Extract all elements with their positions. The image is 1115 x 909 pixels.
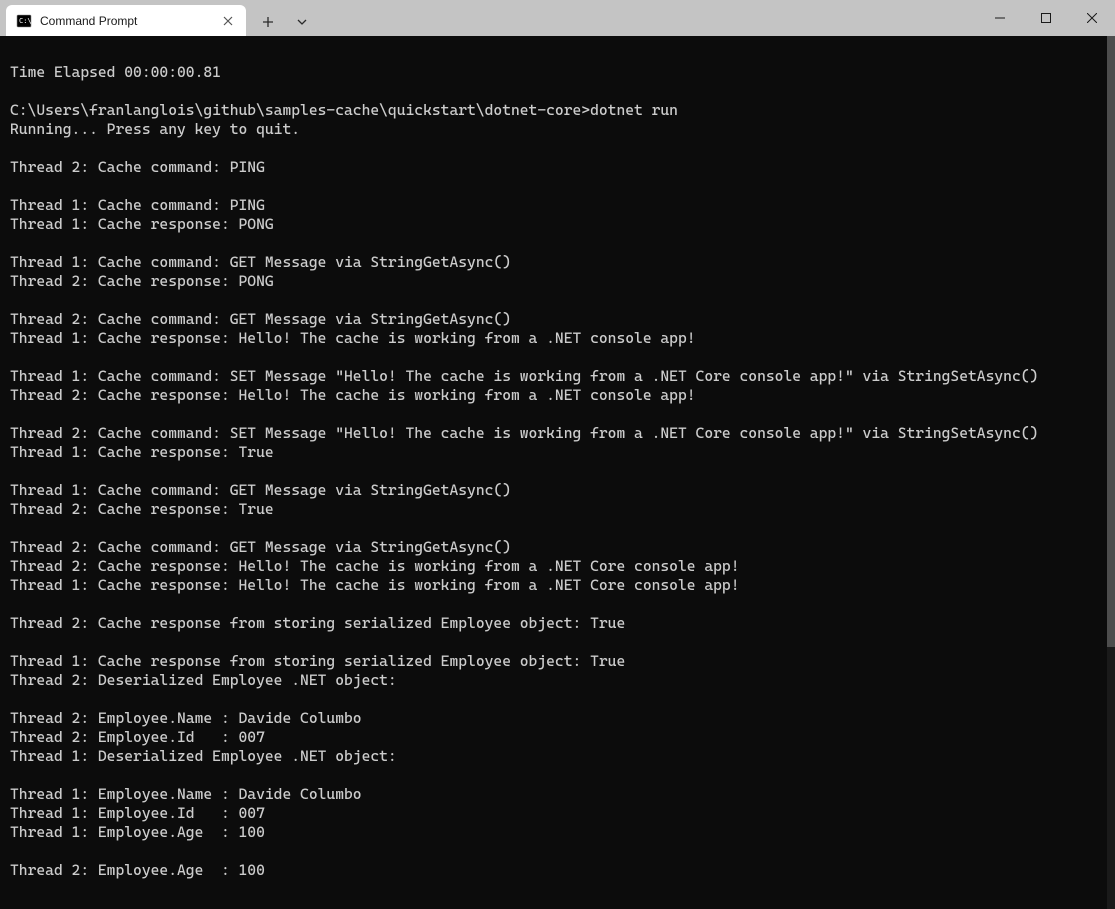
minimize-button[interactable] <box>977 0 1023 36</box>
tabs-area: C:\ Command Prompt <box>0 0 324 36</box>
scrollbar-track[interactable] <box>1107 36 1115 909</box>
titlebar: C:\ Command Prompt <box>0 0 1115 36</box>
cmd-icon: C:\ <box>16 13 32 29</box>
terminal[interactable]: Time Elapsed 00:00:00.81 C:\Users\franla… <box>0 36 1115 909</box>
maximize-button[interactable] <box>1023 0 1069 36</box>
close-button[interactable] <box>1069 0 1115 36</box>
svg-text:C:\: C:\ <box>19 17 32 25</box>
scrollbar-thumb[interactable] <box>1107 36 1115 647</box>
tab-command-prompt[interactable]: C:\ Command Prompt <box>6 5 246 36</box>
tab-dropdown-button[interactable] <box>288 8 316 36</box>
window-controls <box>977 0 1115 36</box>
terminal-output: Time Elapsed 00:00:00.81 C:\Users\franla… <box>10 44 1105 880</box>
tab-title: Command Prompt <box>40 14 212 28</box>
tab-close-button[interactable] <box>220 13 236 29</box>
new-tab-button[interactable] <box>254 8 282 36</box>
tab-actions <box>246 8 324 36</box>
